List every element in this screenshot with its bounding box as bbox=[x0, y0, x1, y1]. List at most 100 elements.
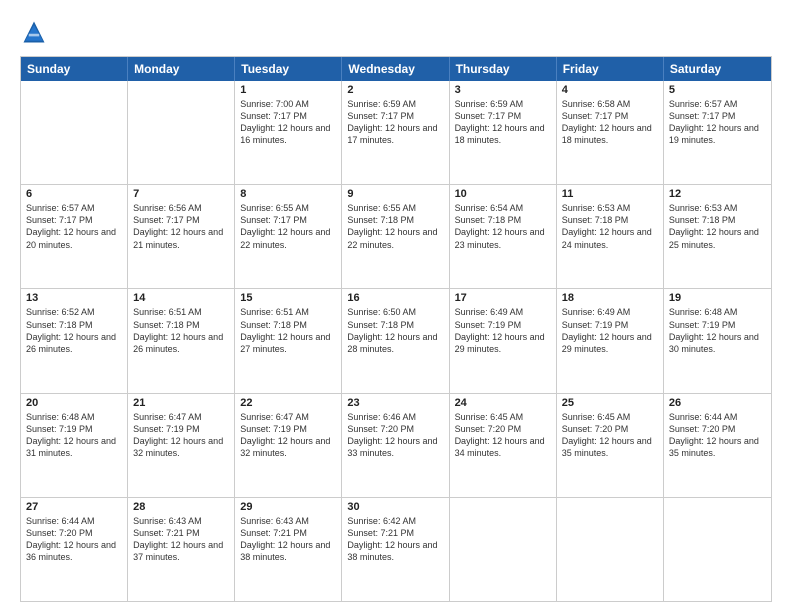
day-number: 3 bbox=[455, 84, 551, 96]
day-info: Sunrise: 6:59 AMSunset: 7:17 PMDaylight:… bbox=[455, 98, 551, 147]
calendar-header-day: Wednesday bbox=[342, 57, 449, 81]
day-info: Sunrise: 6:51 AMSunset: 7:18 PMDaylight:… bbox=[133, 306, 229, 355]
calendar-row: 27Sunrise: 6:44 AMSunset: 7:20 PMDayligh… bbox=[21, 497, 771, 601]
day-info: Sunrise: 6:52 AMSunset: 7:18 PMDaylight:… bbox=[26, 306, 122, 355]
calendar-header-day: Tuesday bbox=[235, 57, 342, 81]
calendar-cell: 10 Sunrise: 6:54 AMSunset: 7:18 PMDayligh… bbox=[450, 185, 557, 288]
calendar-header-day: Sunday bbox=[21, 57, 128, 81]
day-info: Sunrise: 6:59 AMSunset: 7:17 PMDaylight:… bbox=[347, 98, 443, 147]
calendar-cell: 28 Sunrise: 6:43 AMSunset: 7:21 PMDayligh… bbox=[128, 498, 235, 601]
day-info: Sunrise: 6:53 AMSunset: 7:18 PMDaylight:… bbox=[562, 202, 658, 251]
page: SundayMondayTuesdayWednesdayThursdayFrid… bbox=[0, 0, 792, 612]
calendar-cell: 30Sunrise: 6:42 AMSunset: 7:21 PMDayligh… bbox=[342, 498, 449, 601]
calendar-cell: 26 Sunrise: 6:44 AMSunset: 7:20 PMDayligh… bbox=[664, 394, 771, 497]
day-number: 15 bbox=[240, 292, 336, 304]
day-info: Sunrise: 6:51 AMSunset: 7:18 PMDaylight:… bbox=[240, 306, 336, 355]
day-info: Sunrise: 6:48 AMSunset: 7:19 PMDaylight:… bbox=[669, 306, 766, 355]
logo-icon bbox=[20, 18, 48, 46]
day-number: 7 bbox=[133, 188, 229, 200]
calendar-cell: 13 Sunrise: 6:52 AMSunset: 7:18 PMDayligh… bbox=[21, 289, 128, 392]
calendar-cell: 17Sunrise: 6:49 AMSunset: 7:19 PMDayligh… bbox=[450, 289, 557, 392]
calendar-row: 1 Sunrise: 7:00 AMSunset: 7:17 PMDaylight… bbox=[21, 81, 771, 184]
calendar-cell: 25 Sunrise: 6:45 AMSunset: 7:20 PMDayligh… bbox=[557, 394, 664, 497]
day-info: Sunrise: 6:55 AMSunset: 7:18 PMDaylight:… bbox=[347, 202, 443, 251]
day-info: Sunrise: 6:47 AMSunset: 7:19 PMDaylight:… bbox=[240, 411, 336, 460]
calendar-cell-empty bbox=[557, 498, 664, 601]
day-number: 18 bbox=[562, 292, 658, 304]
day-number: 20 bbox=[26, 397, 122, 409]
calendar-cell: 2 Sunrise: 6:59 AMSunset: 7:17 PMDaylight… bbox=[342, 81, 449, 184]
day-number: 2 bbox=[347, 84, 443, 96]
day-info: Sunrise: 6:44 AMSunset: 7:20 PMDaylight:… bbox=[26, 515, 122, 564]
day-number: 16 bbox=[347, 292, 443, 304]
day-number: 19 bbox=[669, 292, 766, 304]
calendar-cell: 19 Sunrise: 6:48 AMSunset: 7:19 PMDayligh… bbox=[664, 289, 771, 392]
calendar-header-day: Monday bbox=[128, 57, 235, 81]
calendar-cell: 27Sunrise: 6:44 AMSunset: 7:20 PMDayligh… bbox=[21, 498, 128, 601]
calendar-header-day: Saturday bbox=[664, 57, 771, 81]
calendar-cell: 6 Sunrise: 6:57 AMSunset: 7:17 PMDaylight… bbox=[21, 185, 128, 288]
day-info: Sunrise: 6:55 AMSunset: 7:17 PMDaylight:… bbox=[240, 202, 336, 251]
day-number: 21 bbox=[133, 397, 229, 409]
day-info: Sunrise: 6:53 AMSunset: 7:18 PMDaylight:… bbox=[669, 202, 766, 251]
calendar-cell: 15 Sunrise: 6:51 AMSunset: 7:18 PMDayligh… bbox=[235, 289, 342, 392]
day-number: 29 bbox=[240, 501, 336, 513]
day-number: 6 bbox=[26, 188, 122, 200]
calendar-cell: 29Sunrise: 6:43 AMSunset: 7:21 PMDayligh… bbox=[235, 498, 342, 601]
day-info: Sunrise: 6:57 AMSunset: 7:17 PMDaylight:… bbox=[669, 98, 766, 147]
day-info: Sunrise: 6:57 AMSunset: 7:17 PMDaylight:… bbox=[26, 202, 122, 251]
day-info: Sunrise: 6:56 AMSunset: 7:17 PMDaylight:… bbox=[133, 202, 229, 251]
day-number: 25 bbox=[562, 397, 658, 409]
calendar-header-day: Friday bbox=[557, 57, 664, 81]
day-info: Sunrise: 6:54 AMSunset: 7:18 PMDaylight:… bbox=[455, 202, 551, 251]
calendar-cell: 7 Sunrise: 6:56 AMSunset: 7:17 PMDaylight… bbox=[128, 185, 235, 288]
day-number: 11 bbox=[562, 188, 658, 200]
day-number: 9 bbox=[347, 188, 443, 200]
day-info: Sunrise: 6:49 AMSunset: 7:19 PMDaylight:… bbox=[455, 306, 551, 355]
calendar-cell: 24Sunrise: 6:45 AMSunset: 7:20 PMDayligh… bbox=[450, 394, 557, 497]
day-number: 22 bbox=[240, 397, 336, 409]
day-info: Sunrise: 6:45 AMSunset: 7:20 PMDaylight:… bbox=[562, 411, 658, 460]
logo bbox=[20, 18, 52, 46]
calendar-row: 20 Sunrise: 6:48 AMSunset: 7:19 PMDayligh… bbox=[21, 393, 771, 497]
calendar-cell-empty bbox=[664, 498, 771, 601]
day-info: Sunrise: 6:43 AMSunset: 7:21 PMDaylight:… bbox=[133, 515, 229, 564]
calendar-header: SundayMondayTuesdayWednesdayThursdayFrid… bbox=[21, 57, 771, 81]
day-info: Sunrise: 6:50 AMSunset: 7:18 PMDaylight:… bbox=[347, 306, 443, 355]
day-number: 1 bbox=[240, 84, 336, 96]
calendar-cell-empty bbox=[450, 498, 557, 601]
day-number: 12 bbox=[669, 188, 766, 200]
day-number: 30 bbox=[347, 501, 443, 513]
calendar-cell-empty bbox=[128, 81, 235, 184]
calendar-cell: 3 Sunrise: 6:59 AMSunset: 7:17 PMDaylight… bbox=[450, 81, 557, 184]
day-number: 4 bbox=[562, 84, 658, 96]
calendar-cell: 11 Sunrise: 6:53 AMSunset: 7:18 PMDayligh… bbox=[557, 185, 664, 288]
calendar-cell-empty bbox=[21, 81, 128, 184]
calendar-body: 1 Sunrise: 7:00 AMSunset: 7:17 PMDaylight… bbox=[21, 81, 771, 601]
calendar-cell: 21 Sunrise: 6:47 AMSunset: 7:19 PMDayligh… bbox=[128, 394, 235, 497]
day-number: 23 bbox=[347, 397, 443, 409]
day-number: 28 bbox=[133, 501, 229, 513]
calendar-row: 13 Sunrise: 6:52 AMSunset: 7:18 PMDayligh… bbox=[21, 288, 771, 392]
calendar-cell: 4Sunrise: 6:58 AMSunset: 7:17 PMDaylight… bbox=[557, 81, 664, 184]
day-info: Sunrise: 6:49 AMSunset: 7:19 PMDaylight:… bbox=[562, 306, 658, 355]
calendar-cell: 5 Sunrise: 6:57 AMSunset: 7:17 PMDaylight… bbox=[664, 81, 771, 184]
calendar-cell: 12 Sunrise: 6:53 AMSunset: 7:18 PMDayligh… bbox=[664, 185, 771, 288]
day-number: 10 bbox=[455, 188, 551, 200]
day-number: 26 bbox=[669, 397, 766, 409]
calendar-cell: 1 Sunrise: 7:00 AMSunset: 7:17 PMDaylight… bbox=[235, 81, 342, 184]
calendar-cell: 9 Sunrise: 6:55 AMSunset: 7:18 PMDaylight… bbox=[342, 185, 449, 288]
day-number: 14 bbox=[133, 292, 229, 304]
day-number: 5 bbox=[669, 84, 766, 96]
calendar-cell: 23Sunrise: 6:46 AMSunset: 7:20 PMDayligh… bbox=[342, 394, 449, 497]
day-info: Sunrise: 7:00 AMSunset: 7:17 PMDaylight:… bbox=[240, 98, 336, 147]
day-number: 13 bbox=[26, 292, 122, 304]
day-info: Sunrise: 6:48 AMSunset: 7:19 PMDaylight:… bbox=[26, 411, 122, 460]
day-info: Sunrise: 6:44 AMSunset: 7:20 PMDaylight:… bbox=[669, 411, 766, 460]
calendar-cell: 20 Sunrise: 6:48 AMSunset: 7:19 PMDayligh… bbox=[21, 394, 128, 497]
calendar-cell: 16 Sunrise: 6:50 AMSunset: 7:18 PMDayligh… bbox=[342, 289, 449, 392]
header bbox=[20, 18, 772, 46]
calendar-cell: 22 Sunrise: 6:47 AMSunset: 7:19 PMDayligh… bbox=[235, 394, 342, 497]
day-number: 8 bbox=[240, 188, 336, 200]
day-info: Sunrise: 6:47 AMSunset: 7:19 PMDaylight:… bbox=[133, 411, 229, 460]
